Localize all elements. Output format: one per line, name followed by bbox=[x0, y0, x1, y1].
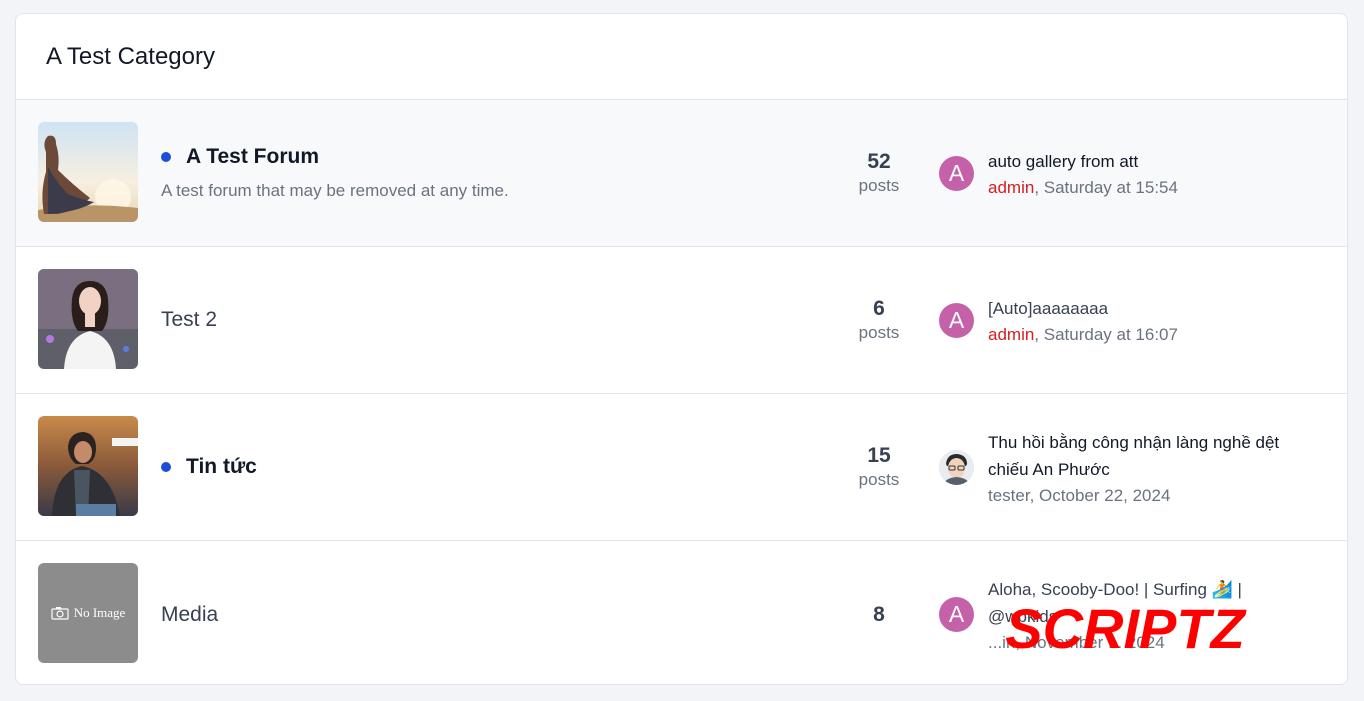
latest-post-meta: admin, Saturday at 16:07 bbox=[988, 325, 1178, 345]
forum-title[interactable]: Test 2 bbox=[161, 308, 217, 332]
forum-stats: 8 bbox=[829, 541, 929, 684]
avatar[interactable]: A bbox=[939, 155, 974, 191]
posts-count: 6 bbox=[873, 297, 885, 320]
forum-stats: 52 posts bbox=[829, 100, 929, 246]
forum-thumbnail[interactable]: No Image bbox=[38, 563, 138, 663]
posts-count: 15 bbox=[867, 444, 891, 467]
posts-label: posts bbox=[858, 323, 900, 342]
latest-post-date[interactable]: , Saturday at 15:54 bbox=[1034, 178, 1178, 197]
portrait-image bbox=[38, 269, 138, 369]
posts-label: posts bbox=[858, 176, 900, 195]
scriptz-watermark: SCRIPTZ bbox=[1005, 600, 1246, 660]
forum-row: Tin tức 15 posts Thu hồi bằng công nhận … bbox=[16, 394, 1347, 541]
avatar[interactable]: A bbox=[939, 302, 974, 338]
forum-thumbnail[interactable] bbox=[38, 122, 138, 222]
forum-title[interactable]: Tin tức bbox=[186, 455, 257, 479]
latest-post: Thu hồi bằng công nhận làng nghề dệt chi… bbox=[939, 394, 1319, 540]
latest-post-user[interactable]: admin bbox=[988, 325, 1034, 344]
no-image-placeholder: No Image bbox=[38, 563, 138, 663]
forum-title[interactable]: Media bbox=[161, 603, 218, 627]
forum-info: A Test Forum A test forum that may be re… bbox=[161, 100, 761, 246]
avatar[interactable] bbox=[939, 449, 974, 485]
latest-post-user[interactable]: admin bbox=[988, 178, 1034, 197]
forum-thumbnail[interactable] bbox=[38, 269, 138, 369]
posts-count: 52 bbox=[867, 150, 891, 173]
latest-post: A [Auto]aaaaaaaa admin, Saturday at 16:0… bbox=[939, 247, 1319, 393]
category-header: A Test Category bbox=[16, 14, 1347, 100]
camera-icon bbox=[51, 607, 69, 620]
latest-post-title[interactable]: Thu hồi bằng công nhận làng nghề dệt chi… bbox=[988, 429, 1308, 483]
latest-post-meta: admin, Saturday at 15:54 bbox=[988, 178, 1178, 198]
forum-info: Tin tức bbox=[161, 394, 761, 540]
forum-thumbnail[interactable] bbox=[38, 416, 138, 516]
meditation-image bbox=[38, 122, 138, 222]
unread-indicator bbox=[161, 462, 171, 472]
forum-row: Test 2 6 posts A [Auto]aaaaaaaa admin, S… bbox=[16, 247, 1347, 394]
watermark-text: SCRIPTZ bbox=[1005, 600, 1246, 660]
forum-title[interactable]: A Test Forum bbox=[186, 145, 319, 169]
latest-post-date[interactable]: , October 22, 2024 bbox=[1030, 486, 1171, 505]
latest-post-meta: tester, October 22, 2024 bbox=[988, 486, 1308, 506]
forum-info: Media bbox=[161, 541, 761, 684]
latest-post-title[interactable]: auto gallery from att bbox=[988, 148, 1178, 175]
user-avatar-photo bbox=[939, 449, 974, 485]
posts-label: posts bbox=[858, 470, 900, 489]
unread-indicator bbox=[161, 152, 171, 162]
posts-count: 8 bbox=[873, 602, 885, 626]
latest-post-user[interactable]: tester bbox=[988, 486, 1030, 505]
forum-row: A Test Forum A test forum that may be re… bbox=[16, 100, 1347, 247]
no-image-text: No Image bbox=[73, 605, 126, 620]
forum-stats: 15 posts bbox=[829, 394, 929, 540]
forum-description: A test forum that may be removed at any … bbox=[161, 181, 509, 200]
latest-post: A auto gallery from att admin, Saturday … bbox=[939, 100, 1319, 246]
forum-info: Test 2 bbox=[161, 247, 761, 393]
category-block: A Test Category A Test Forum A test foru… bbox=[15, 13, 1348, 685]
forum-stats: 6 posts bbox=[829, 247, 929, 393]
category-title[interactable]: A Test Category bbox=[46, 43, 215, 71]
latest-post-title[interactable]: [Auto]aaaaaaaa bbox=[988, 295, 1178, 322]
latest-post-date[interactable]: , Saturday at 16:07 bbox=[1034, 325, 1178, 344]
news-image bbox=[38, 416, 138, 516]
